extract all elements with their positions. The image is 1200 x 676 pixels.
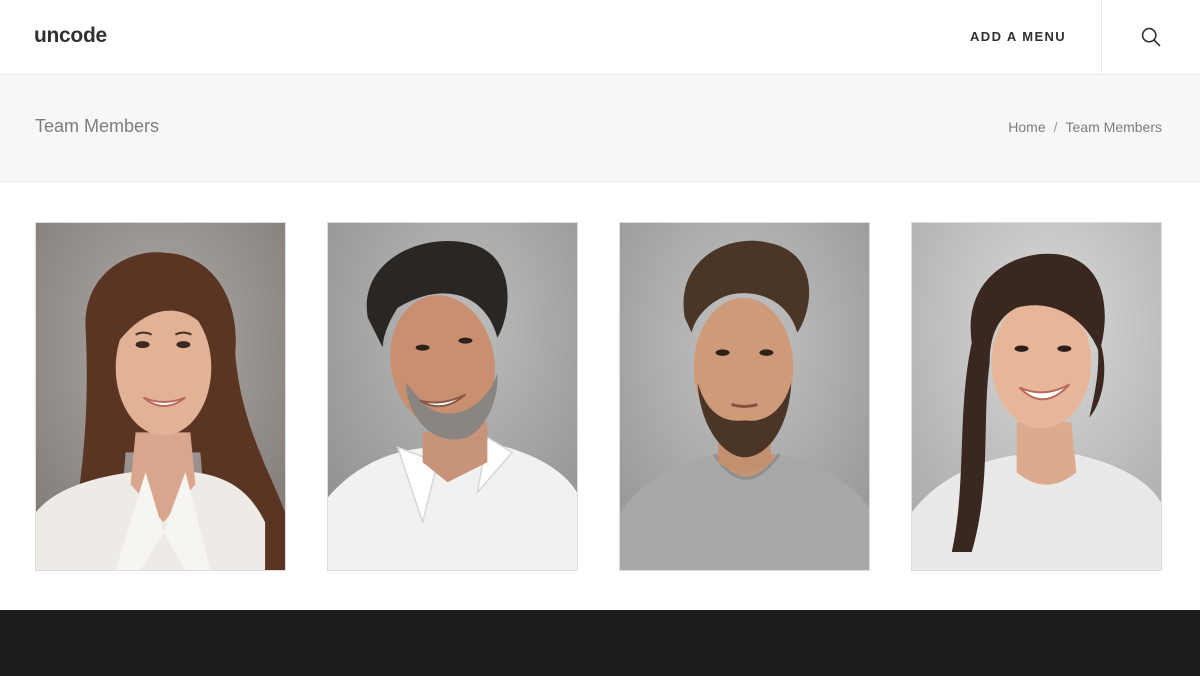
team-member-photo <box>620 223 869 570</box>
breadcrumb-home-link[interactable]: Home <box>1008 119 1045 135</box>
page-title: Team Members <box>35 116 160 136</box>
team-member-photo <box>36 223 285 570</box>
logo[interactable]: uncode <box>34 24 107 48</box>
add-a-menu-link[interactable]: ADD A MENU <box>970 29 1066 44</box>
team-member-card[interactable] <box>35 222 286 571</box>
team-member-card[interactable] <box>619 222 870 571</box>
team-members-grid <box>35 222 1162 571</box>
breadcrumb: Home / Team Members <box>1008 119 1162 135</box>
team-member-card[interactable] <box>911 222 1162 571</box>
team-member-photo <box>912 223 1161 570</box>
team-member-card[interactable] <box>327 222 578 571</box>
team-member-photo <box>328 223 577 570</box>
site-footer <box>0 610 1200 676</box>
breadcrumb-separator: / <box>1053 119 1058 135</box>
search-icon <box>1141 27 1161 47</box>
search-button[interactable] <box>1101 0 1200 74</box>
breadcrumb-current: Team Members <box>1065 119 1162 135</box>
page-header: Team Members Home / Team Members <box>0 75 1200 182</box>
site-header: uncode ADD A MENU <box>0 0 1200 75</box>
